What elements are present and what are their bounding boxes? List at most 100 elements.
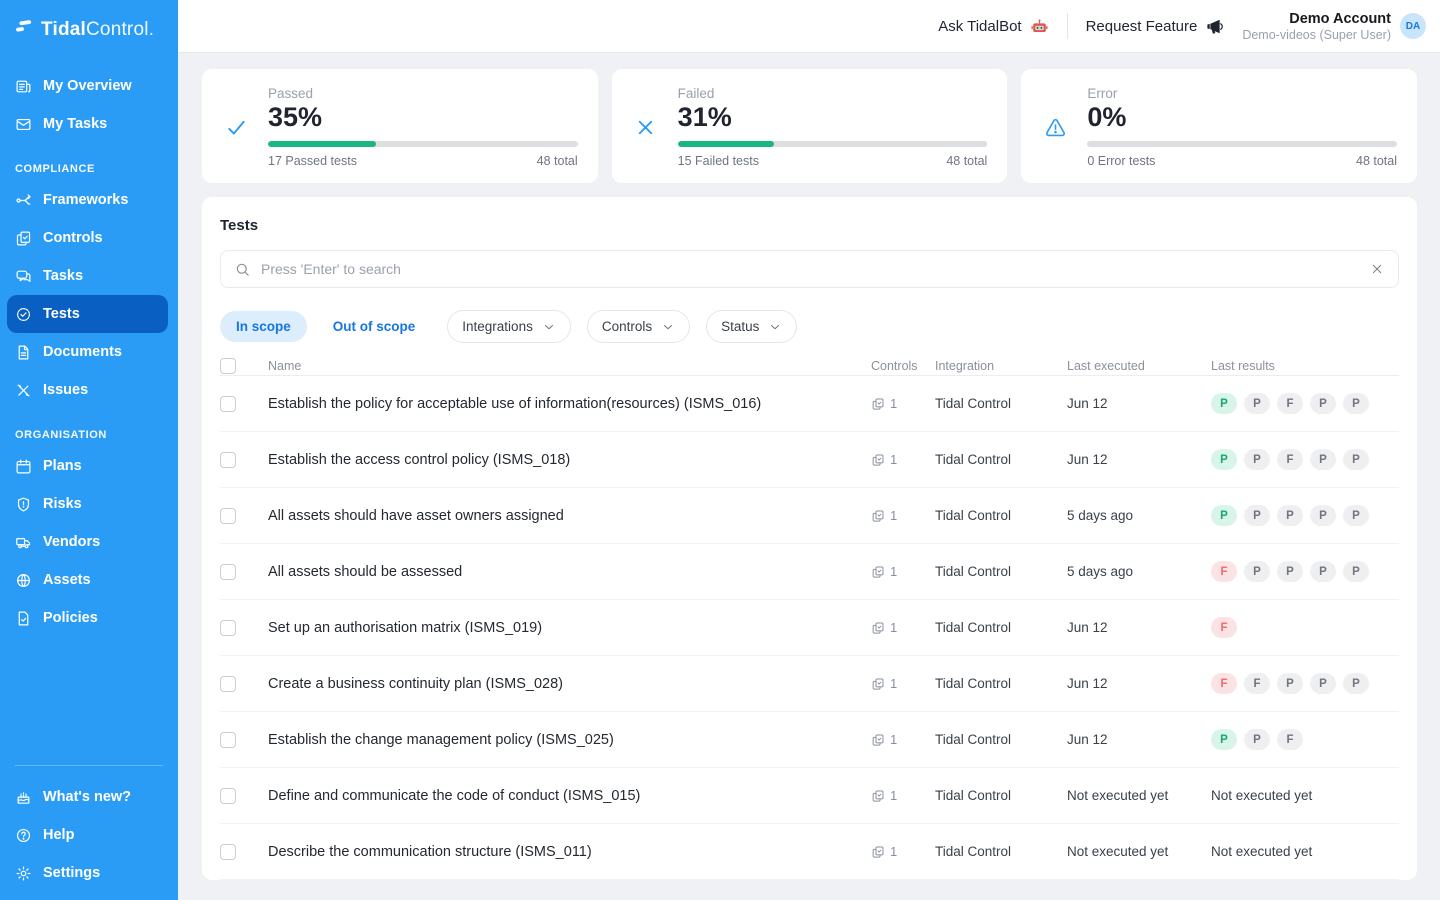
test-name[interactable]: All assets should be assessed <box>256 564 871 580</box>
account-text: Demo Account Demo-videos (Super User) <box>1242 11 1391 42</box>
filter-in-scope[interactable]: In scope <box>220 311 307 342</box>
avatar[interactable]: DA <box>1400 13 1426 39</box>
integration-cell: Tidal Control <box>935 508 1067 523</box>
request-feature-button[interactable]: Request Feature <box>1086 17 1225 36</box>
controls-count: 1 <box>890 508 897 523</box>
column-header-last-executed: Last executed <box>1067 359 1211 373</box>
table-header-row: NameControlsIntegrationLast executedLast… <box>220 357 1399 376</box>
sidebar-item-label: Frameworks <box>43 192 128 208</box>
row-checkbox[interactable] <box>220 452 236 468</box>
test-name[interactable]: Set up an authorisation matrix (ISMS_019… <box>256 620 871 636</box>
table-row: Establish the policy for acceptable use … <box>220 376 1399 432</box>
sidebar-item-controls[interactable]: Controls <box>0 219 178 257</box>
tidal-logo-icon <box>14 17 34 43</box>
sidebar-item-label: Policies <box>43 610 98 626</box>
sidebar-nav: My OverviewMy TasksCOMPLIANCEFrameworksC… <box>0 57 178 755</box>
account-subtitle: Demo-videos (Super User) <box>1242 28 1391 42</box>
cake-icon <box>15 789 32 806</box>
account-menu[interactable]: Demo Account Demo-videos (Super User) DA <box>1242 11 1426 42</box>
sidebar-item-frameworks[interactable]: Frameworks <box>0 181 178 219</box>
result-badge-muted: P <box>1244 729 1270 750</box>
filter-dropdown-status[interactable]: Status <box>706 310 797 343</box>
brand-name: TidalControl. <box>41 19 154 41</box>
controls-count-cell: 1 <box>871 452 935 467</box>
filter-out-of-scope[interactable]: Out of scope <box>317 311 432 342</box>
row-checkbox[interactable] <box>220 844 236 860</box>
stat-footer: 15 Failed tests48 total <box>678 154 988 168</box>
row-checkbox[interactable] <box>220 788 236 804</box>
row-checkbox[interactable] <box>220 676 236 692</box>
sidebar-item-label: Settings <box>43 865 100 881</box>
sidebar-item-policies[interactable]: Policies <box>0 599 178 637</box>
brand-logo[interactable]: TidalControl. <box>0 0 178 57</box>
filter-label: Status <box>721 319 759 334</box>
row-checkbox[interactable] <box>220 732 236 748</box>
controls-count-cell: 1 <box>871 620 935 635</box>
sidebar-item-help[interactable]: Help <box>0 816 178 854</box>
column-header-last-results: Last results <box>1211 359 1399 373</box>
tools-icon <box>15 382 32 399</box>
test-name[interactable]: Describe the communication structure (IS… <box>256 844 871 860</box>
sidebar-item-plans[interactable]: Plans <box>0 447 178 485</box>
stat-percent: 35% <box>268 102 578 133</box>
filter-dropdown-controls[interactable]: Controls <box>587 310 690 343</box>
stat-body: Failed31%15 Failed tests48 total <box>678 86 988 168</box>
calendar-icon <box>15 458 32 475</box>
truck-icon <box>15 534 32 551</box>
sidebar-divider <box>15 765 163 766</box>
result-badge-fail: F <box>1211 617 1237 638</box>
test-name[interactable]: Establish the change management policy (… <box>256 732 871 748</box>
search-input[interactable] <box>261 261 1359 277</box>
integration-cell: Tidal Control <box>935 788 1067 803</box>
result-badge-muted: P <box>1343 393 1369 414</box>
result-badge-muted: P <box>1310 561 1336 582</box>
result-badge-muted: P <box>1310 393 1336 414</box>
controls-count-cell: 1 <box>871 564 935 579</box>
progress-bar-fill <box>268 141 376 147</box>
sidebar-item-vendors[interactable]: Vendors <box>0 523 178 561</box>
last-results-cell: FFPPP <box>1211 673 1399 694</box>
ask-tidalbot-button[interactable]: Ask TidalBot <box>938 17 1048 36</box>
integration-cell: Tidal Control <box>935 452 1067 467</box>
progress-bar <box>678 141 988 147</box>
stat-card-error: Error0%0 Error tests48 total <box>1021 69 1417 183</box>
sidebar-item-risks[interactable]: Risks <box>0 485 178 523</box>
last-executed-cell: 5 days ago <box>1067 564 1211 579</box>
sidebar-item-settings[interactable]: Settings <box>0 854 178 892</box>
controls-count: 1 <box>890 844 897 859</box>
stat-detail-left: 0 Error tests <box>1087 154 1155 168</box>
sidebar-item-assets[interactable]: Assets <box>0 561 178 599</box>
chevron-down-icon <box>768 320 782 334</box>
filter-dropdown-integrations[interactable]: Integrations <box>447 310 571 343</box>
column-header-controls: Controls <box>871 359 935 373</box>
seal-check-icon <box>15 306 32 323</box>
test-name[interactable]: Establish the policy for acceptable use … <box>256 396 871 412</box>
sidebar-item-my-tasks[interactable]: My Tasks <box>0 105 178 143</box>
controls-count: 1 <box>890 620 897 635</box>
controls-count: 1 <box>890 452 897 467</box>
sidebar-item-tests[interactable]: Tests <box>7 295 168 333</box>
row-checkbox[interactable] <box>220 396 236 412</box>
table-row: All assets should be assessed1Tidal Cont… <box>220 544 1399 600</box>
test-name[interactable]: Establish the access control policy (ISM… <box>256 452 871 468</box>
test-name[interactable]: Define and communicate the code of condu… <box>256 788 871 804</box>
row-checkbox[interactable] <box>220 564 236 580</box>
test-name[interactable]: All assets should have asset owners assi… <box>256 508 871 524</box>
controls-count: 1 <box>890 396 897 411</box>
integration-cell: Tidal Control <box>935 564 1067 579</box>
topbar: Ask TidalBot Request Feature Demo Accoun… <box>178 0 1440 53</box>
result-badge-muted: P <box>1277 561 1303 582</box>
row-checkbox[interactable] <box>220 508 236 524</box>
sidebar-item-what-s-new[interactable]: What's new? <box>0 778 178 816</box>
sidebar-item-label: What's new? <box>43 789 131 805</box>
sidebar-item-tasks[interactable]: Tasks <box>0 257 178 295</box>
clear-search-icon[interactable] <box>1369 261 1385 277</box>
not-executed-text: Not executed yet <box>1211 788 1312 803</box>
test-name[interactable]: Create a business continuity plan (ISMS_… <box>256 676 871 692</box>
last-results-cell: PPFPP <box>1211 393 1399 414</box>
sidebar-item-issues[interactable]: Issues <box>0 371 178 409</box>
sidebar-item-documents[interactable]: Documents <box>0 333 178 371</box>
select-all-checkbox[interactable] <box>220 358 236 374</box>
sidebar-item-my-overview[interactable]: My Overview <box>0 67 178 105</box>
row-checkbox[interactable] <box>220 620 236 636</box>
